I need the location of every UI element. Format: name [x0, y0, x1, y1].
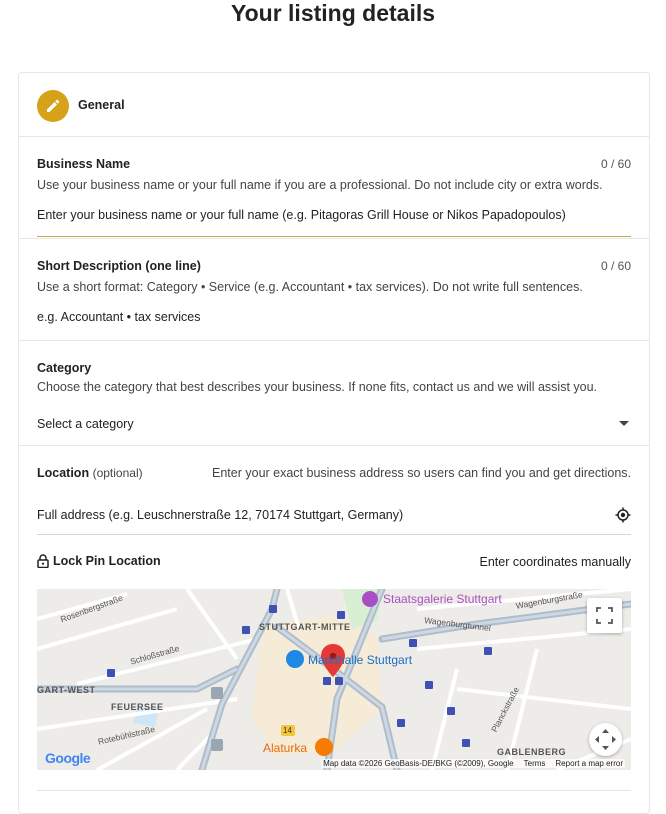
category-select[interactable]: Select a category: [19, 407, 649, 437]
google-logo: Google: [45, 750, 91, 766]
fullscreen-icon: [596, 607, 613, 624]
short-description-input[interactable]: [37, 308, 631, 326]
category-section: Category Choose the category that best d…: [19, 341, 649, 446]
short-description-label: Short Description (one line): [37, 259, 201, 273]
move-arrows-icon: [595, 729, 616, 750]
business-name-help: Use your business name or your full name…: [37, 178, 603, 192]
enter-coordinates-link[interactable]: Enter coordinates manually: [480, 555, 631, 569]
my-location-icon[interactable]: [615, 507, 631, 523]
map-camera-control[interactable]: [589, 723, 622, 756]
pencil-icon: [37, 90, 69, 122]
map-terms-link[interactable]: Terms: [524, 759, 546, 768]
lock-icon: [37, 554, 49, 568]
location-label: Location (optional): [37, 466, 143, 480]
bottom-divider: [37, 790, 631, 791]
business-name-underline: [37, 236, 631, 237]
map-label-stuttgart-mitte: STUTTGART-MITTE: [259, 622, 351, 632]
category-label: Category: [37, 361, 92, 375]
business-name-input[interactable]: [37, 206, 631, 224]
category-help: Choose the category that best describes …: [37, 380, 598, 394]
short-description-section: Short Description (one line) 0 / 60 Use …: [19, 239, 649, 341]
page-title: Your listing details: [230, 0, 436, 26]
lock-pin-toggle[interactable]: Lock Pin Location: [37, 554, 161, 568]
business-name-section: Business Name 0 / 60 Use your business n…: [19, 137, 649, 239]
fullscreen-button[interactable]: [587, 598, 622, 633]
category-selected-value: Select a category: [37, 417, 134, 431]
location-optional: (optional): [92, 466, 143, 480]
general-section-header: General: [19, 73, 649, 137]
general-label: General: [78, 98, 125, 112]
map-label-markthalle: Markthalle Stuttgart: [308, 653, 413, 667]
map-label-staatsgalerie: Staatsgalerie Stuttgart: [383, 592, 502, 606]
address-input[interactable]: [37, 506, 597, 524]
lock-pin-label: Lock Pin Location: [53, 554, 161, 568]
map-data-text: Map data ©2026 GeoBasis-DE/BKG (©2009), …: [323, 759, 514, 768]
map-label-gablenberg: GABLENBERG: [497, 747, 567, 757]
chevron-down-icon: [619, 421, 629, 426]
short-description-counter: 0 / 60: [600, 259, 631, 273]
listing-card: General Business Name 0 / 60 Use your bu…: [18, 72, 650, 814]
map-label-gart-west: GART-WEST: [37, 685, 96, 695]
map-label-feuersee: FEUERSEE: [111, 702, 164, 712]
location-help: Enter your exact business address so use…: [212, 466, 631, 480]
map-label-road-14: 14: [283, 726, 292, 735]
map-report-link[interactable]: Report a map error: [555, 759, 623, 768]
map-canvas: [37, 589, 631, 770]
short-description-help: Use a short format: Category • Service (…: [37, 280, 583, 294]
map[interactable]: STUTTGART-MITTE GART-WEST FEUERSEE GABLE…: [37, 589, 631, 770]
map-attribution: Map data ©2026 GeoBasis-DE/BKG (©2009), …: [321, 759, 625, 768]
address-underline: [37, 534, 631, 535]
business-name-label: Business Name: [37, 157, 131, 171]
business-name-counter: 0 / 60: [600, 157, 631, 171]
map-label-alaturka: Alaturka: [263, 741, 308, 755]
